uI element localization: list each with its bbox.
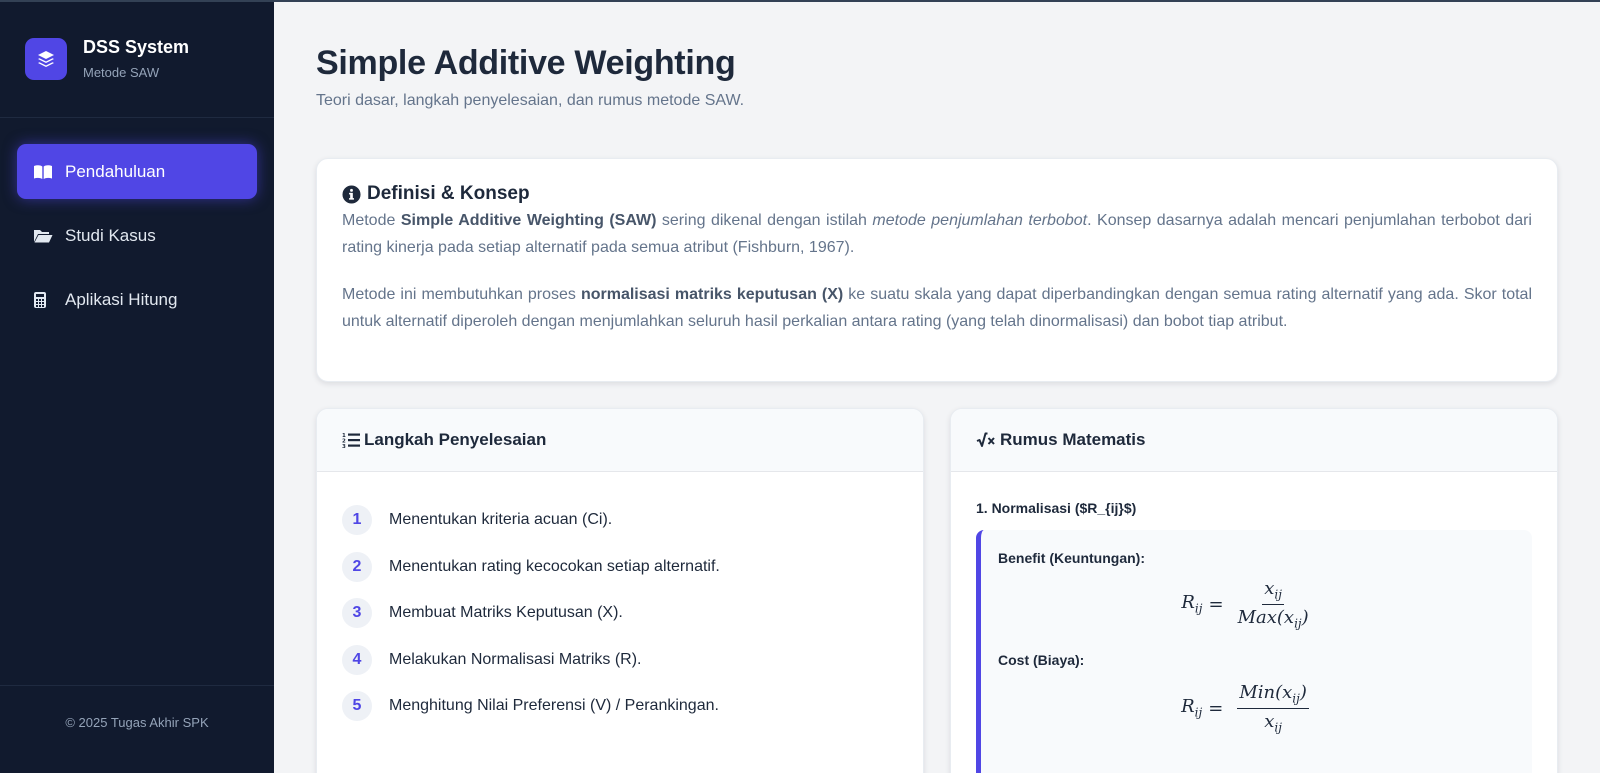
math-fraction: Min(xij) xij [1237,682,1309,734]
definition-paragraph-1: Metode Simple Additive Weighting (SAW) s… [342,207,1532,261]
normalization-title: 1. Normalisasi ($R_{ij}$) [976,500,1137,516]
list-item: 3 Membuat Matriks Keputusan (X). [342,590,923,637]
definition-paragraph-2: Metode ini membutuhkan proses normalisas… [342,281,1532,335]
step-text: Melakukan Normalisasi Matriks (R). [389,650,642,668]
step-text: Menghitung Nilai Preferensi (V) / Perank… [389,697,719,715]
sidebar-nav: Pendahuluan Studi Kasus Aplikasi Hitung [0,118,274,327]
list-ol-icon: 1 2 3 [342,432,360,448]
text-span: Metode ini membutuhkan proses [342,286,581,303]
step-text: Menentukan kriteria acuan (Ci). [389,511,613,529]
cost-label: Cost (Biaya): [998,652,1085,669]
math-sub: ij [1194,706,1203,721]
folder-open-icon [33,228,57,244]
sidebar-item-aplikasi-hitung[interactable]: Aplikasi Hitung [17,272,257,327]
math-fraction: xij Max(xij) [1238,578,1309,630]
sidebar-item-pendahuluan[interactable]: Pendahuluan [17,144,257,199]
math-var: ) [1301,606,1309,628]
list-item: 1 Menentukan kriteria acuan (Ci). [342,497,923,544]
list-item: 5 Menghitung Nilai Preferensi (V) / Pera… [342,683,923,730]
math-numerator: Min(xij) [1237,682,1309,709]
math-var: Min(x [1239,682,1293,704]
formula-card-title: Rumus Matematis [1000,430,1146,449]
benefit-label: Benefit (Keuntungan): [998,550,1145,566]
math-lhs: Rij [1181,592,1202,616]
steps-card-header: 1 2 3 Langkah Penyelesaian [317,409,923,472]
steps-card: 1 2 3 Langkah Penyelesaian 1 Menentukan … [316,408,924,773]
math-var: R [1181,592,1195,614]
definition-title-row: Definisi & Konsep [342,183,1532,205]
math-numerator: xij [1262,578,1284,605]
math-equals: = [1208,697,1224,719]
cost-formula: Rij = Min(xij) xij [998,682,1492,734]
math-sub: ij [1274,720,1282,735]
step-number: 3 [342,598,372,629]
book-open-icon [33,164,57,180]
formula-card-header: Rumus Matematis [951,409,1557,472]
math-equals: = [1208,593,1224,615]
formula-card: Rumus Matematis 1. Normalisasi ($R_{ij}$… [950,408,1558,773]
math-var: x [1264,578,1275,599]
step-number: 1 [342,505,372,536]
step-number: 5 [342,691,372,722]
text-bold: Simple Additive Weighting (SAW) [400,212,657,229]
svg-text:3: 3 [342,444,346,448]
sidebar-item-label: Aplikasi Hitung [65,289,178,309]
step-number: 2 [342,551,372,582]
math-sub: ij [1194,601,1203,616]
steps-card-title: Langkah Penyelesaian [364,430,547,449]
text-italic: metode penjumlahan terbobot [872,212,1088,229]
sidebar-item-studi-kasus[interactable]: Studi Kasus [17,208,257,263]
math-var: x [1264,710,1275,732]
sidebar-item-label: Pendahuluan [65,161,166,181]
step-text: Membuat Matriks Keputusan (X). [389,604,623,622]
formula-box: Benefit (Keuntungan): Rij = xij Max(xij)… [976,530,1532,773]
page-subtitle: Teori dasar, langkah penyelesaian, dan r… [316,92,745,109]
math-sub: ij [1274,587,1282,602]
definition-card: Definisi & Konsep Metode Simple Additive… [316,158,1558,382]
page-title: Simple Additive Weighting [316,44,736,82]
steps-list: 1 Menentukan kriteria acuan (Ci). 2 Mene… [317,472,923,730]
layers-icon [25,37,67,80]
math-denominator: Max(xij) [1238,605,1309,631]
math-var: ) [1299,682,1307,704]
math-sub: ij [1292,691,1300,706]
calculator-icon [33,291,57,309]
step-number: 4 [342,644,372,675]
math-var: Max(x [1237,606,1295,628]
text-span: Metode [342,212,401,229]
formula-body: 1. Normalisasi ($R_{ij}$) Benefit (Keunt… [951,472,1557,773]
benefit-formula: Rij = xij Max(xij) [998,578,1492,630]
brand: DSS System Metode SAW [0,0,274,118]
definition-title: Definisi & Konsep [367,183,530,204]
sidebar: DSS System Metode SAW Pendahuluan Studi … [0,0,274,773]
math-lhs: Rij [1181,696,1202,720]
square-root-icon [976,432,996,448]
list-item: 2 Menentukan rating kecocokan setiap alt… [342,544,923,591]
sidebar-item-label: Studi Kasus [65,225,156,245]
info-circle-icon [342,184,361,204]
math-denominator: xij [1264,709,1282,735]
brand-title: DSS System [83,37,190,57]
brand-subtitle: Metode SAW [83,65,160,80]
step-text: Menentukan rating kecocokan setiap alter… [389,557,720,575]
text-span: sering dikenal dengan istilah [656,212,873,229]
text-bold: normalisasi matriks keputusan (X) [580,286,844,303]
math-var: R [1181,696,1195,718]
main-content: Simple Additive Weighting Teori dasar, l… [274,0,1600,773]
list-item: 4 Melakukan Normalisasi Matriks (R). [342,637,923,684]
window-top-border [0,0,1600,2]
sidebar-footer: © 2025 Tugas Akhir SPK [0,685,274,773]
math-sub: ij [1294,616,1302,631]
